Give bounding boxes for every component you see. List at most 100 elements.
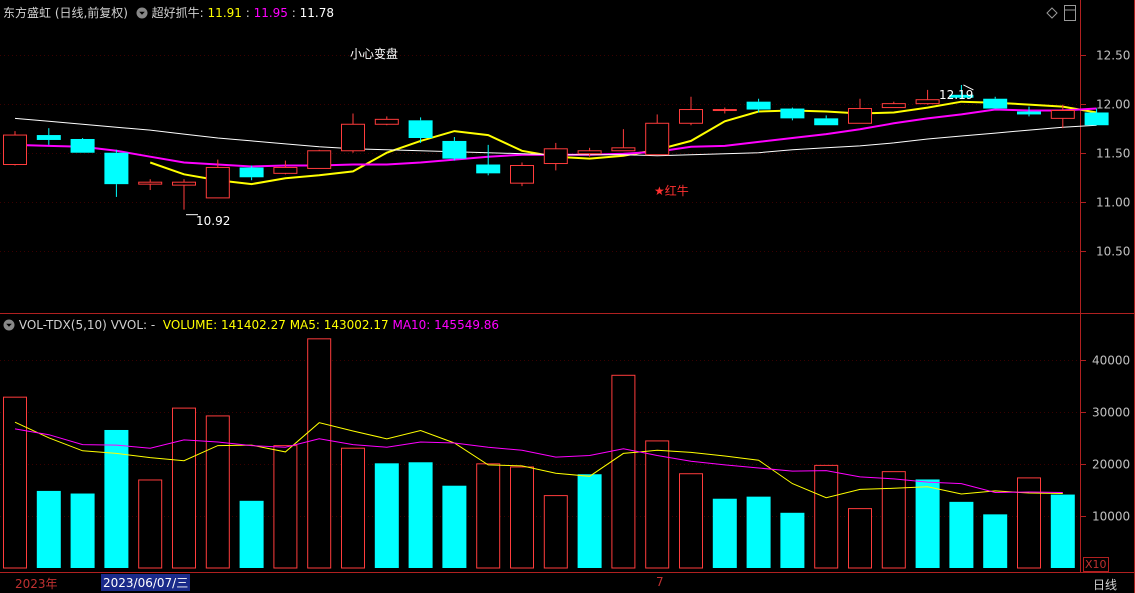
volume-bar-down [949,501,974,568]
volume-ma5: MA5: 143002.17 [289,318,389,332]
ma-value-3: 11.78 [299,6,334,20]
volume-bar-up [645,440,670,569]
volume-bar-down [239,500,264,568]
volume-tick-label: 30000 [1092,406,1130,420]
price-tick-label: 11.00 [1096,196,1130,210]
volume-bar-down [408,462,433,568]
price-tick-label: 10.50 [1096,245,1130,259]
volume-bar-up [679,473,703,569]
candle-body-up [273,166,298,174]
volume-bar-down [712,498,737,568]
candle-body-up [341,123,365,152]
volume-tick-label: 20000 [1092,458,1130,472]
volume-bar-down [36,490,61,568]
scale-label: X10 [1083,557,1109,572]
volume-value: VOLUME: 141402.27 [162,318,286,332]
volume-bar-up [341,447,365,569]
volume-bar-down [780,512,805,568]
volume-bar-up [3,396,27,569]
diamond-icon[interactable] [1046,7,1060,21]
ma-value-1: 11.91 [207,6,242,20]
candle-body-up [848,108,872,124]
volume-bar-down [915,479,940,568]
volume-bar-down [374,463,399,568]
candle-body-up [1050,110,1075,119]
candle-body-down [442,140,467,159]
annotation-caution: 小心变盘 [350,47,399,61]
indicator-colon: : [199,6,204,20]
low-price-label: 10.92 [196,214,231,228]
candle-body-up [307,150,332,169]
volume-bar-down [70,493,95,568]
price-tick-label: 12.50 [1096,49,1130,63]
volume-bar-up [307,338,332,569]
volume-bar-up [1017,477,1041,569]
candle-body-down [70,138,95,153]
volume-bar-down [1050,494,1075,568]
indicator-name: 超好抓牛 [151,6,200,20]
indicator-toggle-icon[interactable] [136,7,148,19]
candle-body-up [374,118,399,125]
candle-body-up [881,103,906,109]
candle-body-up [543,148,568,165]
candle-body-up [138,181,163,185]
candle-body-down [780,108,805,119]
ma-value-2: 11.95 [253,6,288,20]
candle-body-up [172,181,196,186]
candle-body-down [1084,112,1109,126]
candle-body-down [36,135,61,140]
x-axis-year-label: 2023年 [15,577,58,591]
price-header: 东方盛虹 (日线,前复权) 超好抓牛: 11.91 : 11.95 : 11.7… [3,4,334,21]
candle-body-up [577,150,602,155]
sep-1: : [241,6,254,20]
volume-indicator-name: VOL-TDX(5,10) [18,318,107,332]
sep-2: : [287,6,300,20]
candle-body-down [408,120,433,138]
price-tick-label: 12.00 [1096,98,1130,112]
volume-bar-down [577,474,602,568]
volume-bar-down [746,496,771,568]
volume-bar-up [611,374,636,569]
candle-body-up [205,166,230,199]
volume-bar-up [510,466,534,569]
volume-bar-up [205,415,230,569]
candle-body-up [510,164,534,184]
volume-header: VOL-TDX(5,10) VVOL: - VOLUME: 141402.27 … [3,318,499,332]
candle-body-up [611,147,636,152]
volume-bar-down [983,514,1008,568]
volume-bar-up [881,471,906,569]
volume-ma10: MA10: 145549.86 [392,318,500,332]
volume-bar-up [848,508,872,569]
volume-bar-up [172,407,196,569]
candle-body-up [915,99,940,105]
candle-body-down [104,152,129,185]
annotation-red-bull: ★红牛 [654,184,689,198]
period-label[interactable]: 日线 [1093,576,1117,593]
candle-body-down [1017,111,1041,115]
candle-body-down [239,167,264,178]
high-price-label: 12.19 [939,88,974,102]
candle-body-up [679,109,703,124]
volume-bar-down [442,485,467,568]
candle-body-down [814,118,839,126]
candle-body-up [3,134,27,166]
stock-name: 东方盛虹 (日线,前复权) [3,6,128,20]
volume-toggle-icon[interactable] [3,319,15,331]
selected-date-label[interactable]: 2023/06/07/三 [101,574,191,591]
x-axis-month-label: 7 [656,575,664,589]
volume-tick-label: 10000 [1092,510,1130,524]
volume-bar-up [138,479,163,569]
volume-bar-down [104,429,129,568]
candle-body-down [983,98,1008,109]
candle-body-up [712,109,737,112]
volume-bar-up [543,495,568,569]
candle-body-down [746,101,771,110]
price-tick-label: 11.50 [1096,147,1130,161]
volume-bar-up [273,445,298,569]
panel-toggle-icon[interactable] [1064,5,1076,21]
vvol-value: VVOL: - [110,318,156,332]
volume-bar-up [476,463,501,569]
candle-body-down [476,164,501,174]
candle-body-up [645,122,670,156]
volume-tick-label: 40000 [1092,354,1130,368]
